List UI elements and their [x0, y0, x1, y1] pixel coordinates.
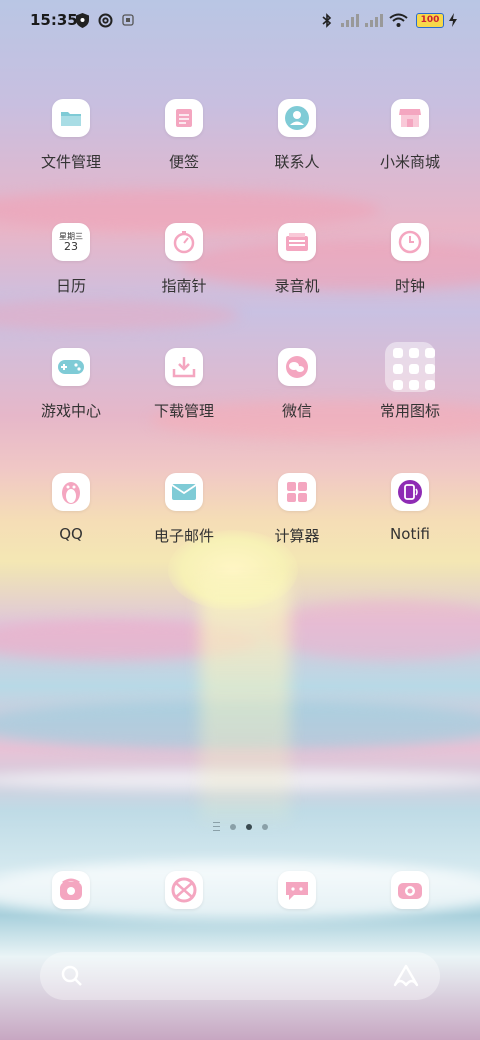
app-contacts[interactable]: 联系人 [242, 99, 352, 172]
folder-grid-icon [385, 342, 435, 392]
app-notifi[interactable]: Notifi [355, 473, 465, 543]
store-icon [391, 99, 429, 137]
page-dot-active[interactable] [245, 823, 252, 830]
app-label: 日历 [55, 277, 86, 295]
browser-icon [165, 871, 203, 909]
phone-icon [52, 871, 90, 909]
compass-icon [165, 223, 203, 261]
charging-icon [449, 12, 457, 28]
app-file-manager[interactable]: 文件管理 [16, 99, 126, 172]
app-wechat[interactable]: 微信 [242, 348, 352, 421]
app-compass[interactable]: 指南针 [129, 223, 239, 296]
notes-icon [165, 99, 203, 137]
contacts-icon [278, 99, 316, 137]
app-label: Notifi [390, 525, 430, 543]
download-icon [165, 348, 203, 386]
battery-icon: 100 [416, 13, 444, 28]
app-label: 便签 [168, 153, 199, 171]
assistant-icon[interactable] [392, 963, 420, 993]
app-downloads[interactable]: 下载管理 [129, 348, 239, 421]
dock-camera[interactable] [355, 871, 465, 909]
app-clock[interactable]: 时钟 [355, 223, 465, 296]
page-indicator[interactable] [0, 822, 480, 831]
gamepad-icon [52, 348, 90, 386]
at-icon [98, 12, 113, 28]
search-icon[interactable] [60, 964, 84, 992]
app-game-center[interactable]: 游戏中心 [16, 348, 126, 421]
app-label: 指南针 [161, 277, 207, 295]
page-dot[interactable] [229, 823, 236, 830]
bluetooth-icon [322, 12, 332, 28]
dock-phone[interactable] [16, 871, 126, 909]
signal-icon [339, 12, 359, 28]
status-bar: 15:35 100 [0, 0, 480, 40]
signal-icon [363, 12, 383, 28]
dock-browser[interactable] [129, 871, 239, 909]
app-calculator[interactable]: 计算器 [242, 473, 352, 546]
notifi-icon [391, 473, 429, 511]
app-label: 微信 [281, 402, 312, 420]
app-recorder[interactable]: 录音机 [242, 223, 352, 296]
camera-icon [391, 871, 429, 909]
app-label: 下载管理 [153, 402, 214, 420]
app-mi-store[interactable]: 小米商城 [355, 99, 465, 172]
dock-messages[interactable] [242, 871, 352, 909]
folder-common-icons[interactable]: 常用图标 [355, 342, 465, 421]
app-label: 录音机 [274, 277, 320, 295]
page-dot[interactable] [261, 823, 268, 830]
clock-icon [391, 223, 429, 261]
app-email[interactable]: 电子邮件 [129, 473, 239, 546]
app-label: 常用图标 [379, 402, 440, 420]
folder-icon [52, 99, 90, 137]
app-label: 时钟 [394, 277, 425, 295]
app-label: 计算器 [274, 527, 320, 545]
wechat-icon [278, 348, 316, 386]
app-calendar[interactable]: 星期三 23 日历 [16, 223, 126, 296]
app-label: 小米商城 [379, 153, 440, 171]
mail-icon [165, 473, 203, 511]
shield-icon [76, 12, 89, 28]
app-label: QQ [59, 525, 83, 543]
messages-icon [278, 871, 316, 909]
app-label: 游戏中心 [40, 402, 101, 420]
wifi-icon [389, 12, 408, 28]
search-bar[interactable] [40, 952, 440, 1000]
recorder-icon [278, 223, 316, 261]
penguin-icon [52, 473, 90, 511]
notification-icon [122, 12, 134, 28]
status-time: 15:35 [30, 11, 78, 29]
calendar-day: 23 [64, 239, 78, 253]
calculator-icon [278, 473, 316, 511]
app-label: 电子邮件 [153, 527, 214, 545]
app-label: 联系人 [274, 153, 320, 171]
menu-lines-icon[interactable] [212, 822, 220, 831]
app-label: 文件管理 [40, 153, 101, 171]
calendar-icon: 星期三 23 [52, 223, 90, 261]
app-notes[interactable]: 便签 [129, 99, 239, 172]
app-qq[interactable]: QQ [16, 473, 126, 543]
